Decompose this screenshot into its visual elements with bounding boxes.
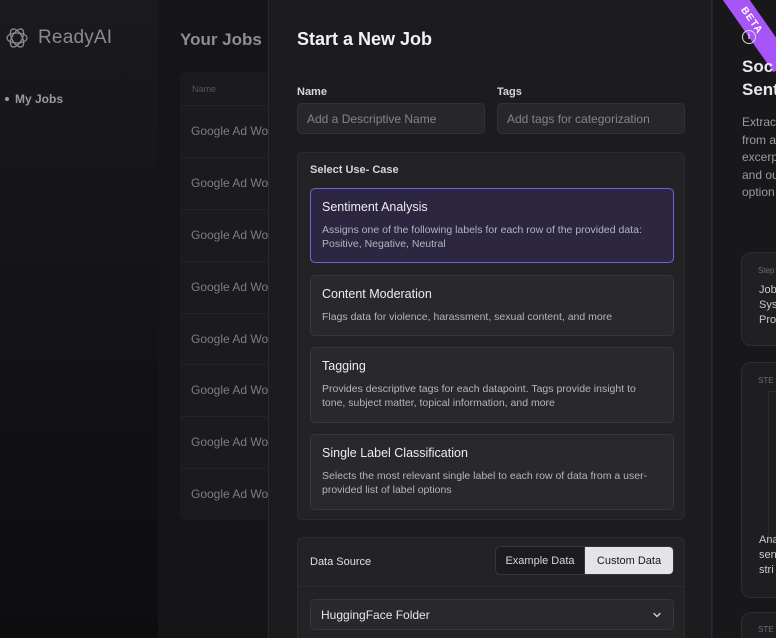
job-name: Google Ad Wo: [191, 383, 269, 397]
chevron-down-icon: [653, 612, 661, 618]
step-label: STE: [758, 625, 774, 634]
usecase-description: Assigns one of the following labels for …: [322, 224, 642, 250]
job-name: Google Ad Wo: [191, 176, 269, 190]
step-line: Job: [759, 284, 776, 296]
tags-input[interactable]: [497, 103, 685, 134]
data-source-select[interactable]: HuggingFace Folder: [310, 599, 674, 630]
sidebar-item-label: My Jobs: [15, 92, 64, 106]
jobs-title: Your Jobs: [180, 30, 262, 49]
custom-data-button[interactable]: Custom Data: [585, 547, 673, 574]
job-name: Google Ad Wo: [191, 487, 269, 501]
usecase-label: Select Use- Case: [310, 164, 399, 176]
usecase-option-content-moderation[interactable]: Content Moderation Flags data for violen…: [310, 275, 674, 336]
sidebar-item-my-jobs[interactable]: My Jobs: [5, 92, 63, 106]
data-source-toggle: Example Data Custom Data: [495, 546, 674, 575]
step-line: Pro: [759, 314, 776, 326]
example-data-button[interactable]: Example Data: [496, 547, 585, 574]
brand-name: ReadyAI: [38, 27, 113, 48]
job-name: Google Ad Wo: [191, 280, 269, 294]
step-line: stri: [759, 564, 774, 576]
step-line: Sys: [759, 299, 776, 311]
app-root: ReadyAI My Jobs Your Jobs Name Google Ad…: [0, 0, 776, 638]
description-line: Extrac: [742, 115, 776, 129]
step-text: Ana sen stri: [759, 533, 776, 578]
step-line: sen: [759, 549, 776, 561]
job-name: Google Ad Wo: [191, 332, 269, 346]
bullet-icon: [5, 97, 9, 101]
name-input[interactable]: [297, 103, 485, 134]
description-line: excerp: [742, 150, 776, 164]
usecase-option-sentiment-analysis[interactable]: Sentiment Analysis Assigns one of the fo…: [310, 188, 674, 263]
modal-title: Start a New Job: [297, 29, 433, 49]
usecase-option-tagging[interactable]: Tagging Provides descriptive tags for ea…: [310, 347, 674, 423]
usecase-option-single-label-classification[interactable]: Single Label Classification Selects the …: [310, 434, 674, 510]
usecase-description: Provides descriptive tags for each datap…: [322, 383, 636, 409]
new-job-modal: Start a New Job Name Tags Select Use- Ca…: [268, 0, 712, 638]
diagram-frame: [768, 391, 776, 541]
title-line: Soc: [742, 57, 774, 76]
info-panel-title: Soc Sent: [742, 55, 776, 101]
column-header-name: Name: [192, 84, 217, 94]
usecase-description: Selects the most relevant single label t…: [322, 470, 648, 496]
info-panel-description: Extrac from a excerp and ou option: [742, 114, 776, 202]
data-source-label: Data Source: [310, 556, 372, 568]
step-card: Step Job Sys Pro: [741, 252, 776, 346]
step-card: STE: [741, 612, 776, 638]
job-name: Google Ad Wo: [191, 228, 269, 242]
brand-logo[interactable]: ReadyAI: [4, 25, 112, 51]
usecase-title: Content Moderation: [322, 287, 432, 301]
step-text: Job Sys Pro: [759, 283, 776, 328]
info-panel: BETA i Soc Sent Extrac from a excerp and…: [712, 0, 776, 638]
usecase-panel: Select Use- Case Sentiment Analysis Assi…: [297, 152, 685, 520]
readyai-logo-icon: [6, 28, 28, 48]
jobs-area: Your Jobs Name Google Ad Wo Google Ad Wo…: [158, 0, 300, 638]
step-label: Step: [758, 266, 775, 275]
description-line: and ou: [742, 167, 776, 182]
data-source-panel: Data Source Example Data Custom Data Hug…: [297, 537, 685, 638]
description-line: option: [742, 185, 775, 199]
info-icon[interactable]: i: [742, 30, 756, 44]
data-source-select-value: HuggingFace Folder: [321, 608, 430, 622]
name-label: Name: [297, 86, 327, 98]
job-name: Google Ad Wo: [191, 124, 269, 138]
job-name: Google Ad Wo: [191, 435, 269, 449]
usecase-title: Single Label Classification: [322, 446, 468, 460]
step-label: STE: [758, 376, 774, 385]
divider: [298, 586, 684, 587]
step-card: STE Ana sen stri: [741, 362, 776, 598]
usecase-title: Tagging: [322, 359, 366, 373]
step-line: Ana: [759, 534, 776, 546]
usecase-description: Flags data for violence, harassment, sex…: [322, 311, 613, 323]
tags-label: Tags: [497, 86, 522, 98]
sidebar: ReadyAI My Jobs: [0, 0, 158, 638]
title-line: Sent: [742, 80, 776, 99]
description-line: from a: [742, 132, 776, 147]
usecase-title: Sentiment Analysis: [322, 200, 428, 214]
